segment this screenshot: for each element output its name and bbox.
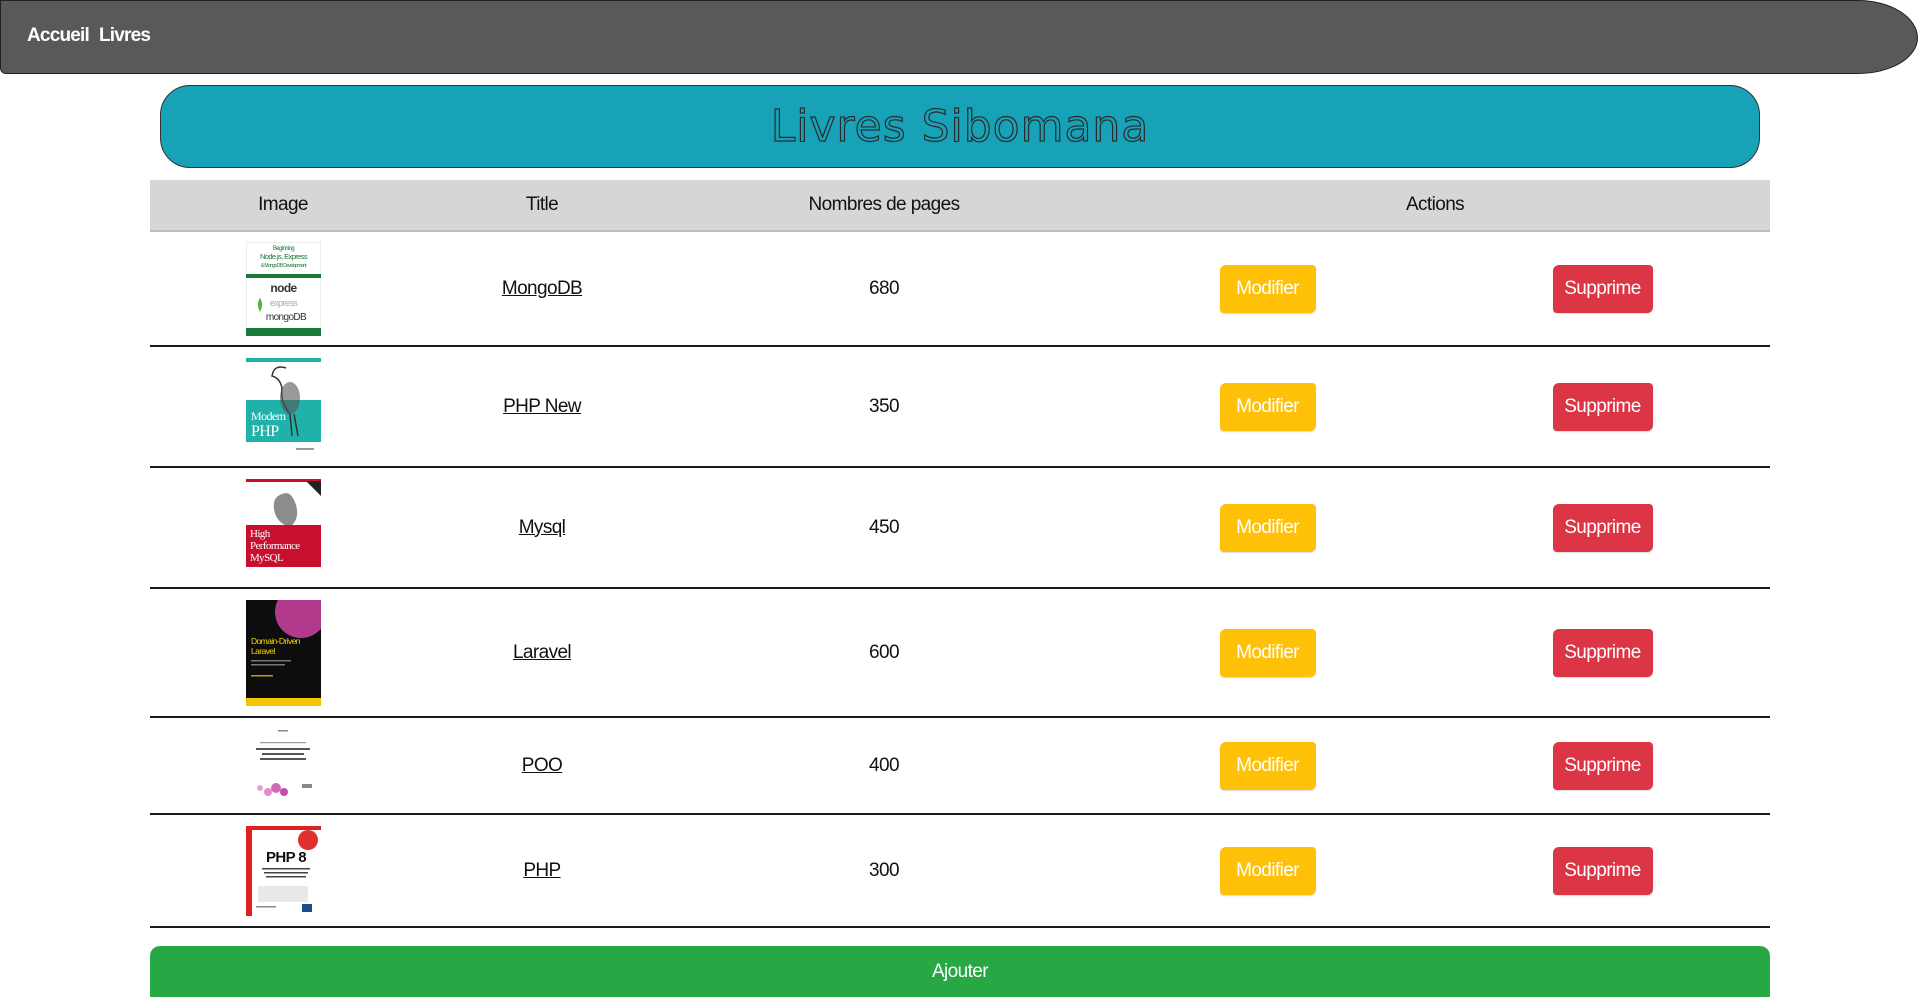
book-cover-image: Domain-Driven Laravel <box>245 599 321 706</box>
table-row: PHP 8 PHP 300 Modifier Supprime <box>150 814 1771 928</box>
book-title-link[interactable]: POO <box>522 755 563 776</box>
book-cover-image: PHP 8 <box>245 825 321 916</box>
book-cover-image: Beginning Node.js, Express & MongoDB Dev… <box>245 241 321 336</box>
svg-text:Modern: Modern <box>251 409 286 423</box>
table-header-row: Image Title Nombres de pages Actions <box>150 180 1771 231</box>
book-pages: 300 <box>668 814 1100 928</box>
supprime-button[interactable]: Supprime <box>1552 628 1653 677</box>
book-cover-image <box>245 727 321 804</box>
header-pages: Nombres de pages <box>808 194 961 215</box>
books-table: Image Title Nombres de pages Actions Beg… <box>150 180 1771 928</box>
svg-text:Performance: Performance <box>250 540 300 552</box>
book-cover-cell: Domain-Driven Laravel <box>150 588 416 718</box>
modifier-button[interactable]: Modifier <box>1219 628 1316 677</box>
svg-text:High: High <box>250 528 271 540</box>
header-actions: Actions <box>1405 194 1465 215</box>
svg-text:node: node <box>270 281 297 295</box>
svg-text:mongoDB: mongoDB <box>265 312 306 323</box>
book-cover-cell <box>150 717 416 815</box>
nav-link-accueil[interactable]: Accueil <box>27 25 90 47</box>
page-title-banner: Livres Sibomana <box>160 85 1760 168</box>
book-cover-image: Modern PHP <box>245 357 321 456</box>
svg-text:PHP 8: PHP 8 <box>265 849 305 866</box>
book-title-link[interactable]: Mysql <box>519 517 566 538</box>
table-row: High Performance MySQL Mysql 450 Modifie… <box>150 467 1771 589</box>
svg-text:express: express <box>269 298 297 308</box>
modifier-button[interactable]: Modifier <box>1219 382 1316 431</box>
book-pages: 400 <box>668 717 1100 815</box>
book-cover-cell: Modern PHP <box>150 346 416 468</box>
modifier-button[interactable]: Modifier <box>1219 741 1316 790</box>
nav-link-livres[interactable]: Livres <box>99 25 151 47</box>
book-pages: 600 <box>668 588 1100 718</box>
book-pages: 450 <box>668 467 1100 589</box>
book-cover-cell: High Performance MySQL <box>150 467 416 589</box>
book-title-link[interactable]: MongoDB <box>502 278 583 299</box>
book-cover-cell: Beginning Node.js, Express & MongoDB Dev… <box>150 231 416 347</box>
book-title-link[interactable]: PHP <box>523 860 561 881</box>
table-row: Modern PHP PHP New 350 Modifier Supprime <box>150 346 1771 468</box>
header-title: Title <box>525 194 559 215</box>
book-pages: 680 <box>668 231 1100 347</box>
svg-text:Domain-Driven: Domain-Driven <box>251 636 301 646</box>
top-navbar: Accueil Livres <box>0 0 1918 74</box>
table-row: Beginning Node.js, Express & MongoDB Dev… <box>150 231 1771 347</box>
book-title-link[interactable]: PHP New <box>503 396 581 417</box>
book-cover-cell: PHP 8 <box>150 814 416 928</box>
supprime-button[interactable]: Supprime <box>1552 741 1653 790</box>
svg-text:Node.js, Express: Node.js, Express <box>259 252 307 261</box>
modifier-button[interactable]: Modifier <box>1219 846 1316 895</box>
header-image: Image <box>258 194 308 215</box>
book-pages: 350 <box>668 346 1100 468</box>
table-row: Domain-Driven Laravel Laravel 600 Modifi… <box>150 588 1771 718</box>
svg-text:Laravel: Laravel <box>251 646 275 656</box>
table-row: POO 400 Modifier Supprime <box>150 717 1771 815</box>
supprime-button[interactable]: Supprime <box>1552 846 1653 895</box>
svg-text:& MongoDB Development: & MongoDB Development <box>260 263 306 269</box>
supprime-button[interactable]: Supprime <box>1552 264 1653 313</box>
supprime-button[interactable]: Supprime <box>1552 382 1653 431</box>
modifier-button[interactable]: Modifier <box>1219 264 1316 313</box>
modifier-button[interactable]: Modifier <box>1219 503 1316 552</box>
svg-text:MySQL: MySQL <box>250 552 284 564</box>
book-cover-image: High Performance MySQL <box>245 478 321 577</box>
page-title: Livres Sibomana <box>770 100 1150 152</box>
add-book-button[interactable]: Ajouter <box>150 946 1770 997</box>
book-title-link[interactable]: Laravel <box>513 642 572 663</box>
supprime-button[interactable]: Supprime <box>1552 503 1653 552</box>
svg-text:PHP: PHP <box>251 423 279 440</box>
